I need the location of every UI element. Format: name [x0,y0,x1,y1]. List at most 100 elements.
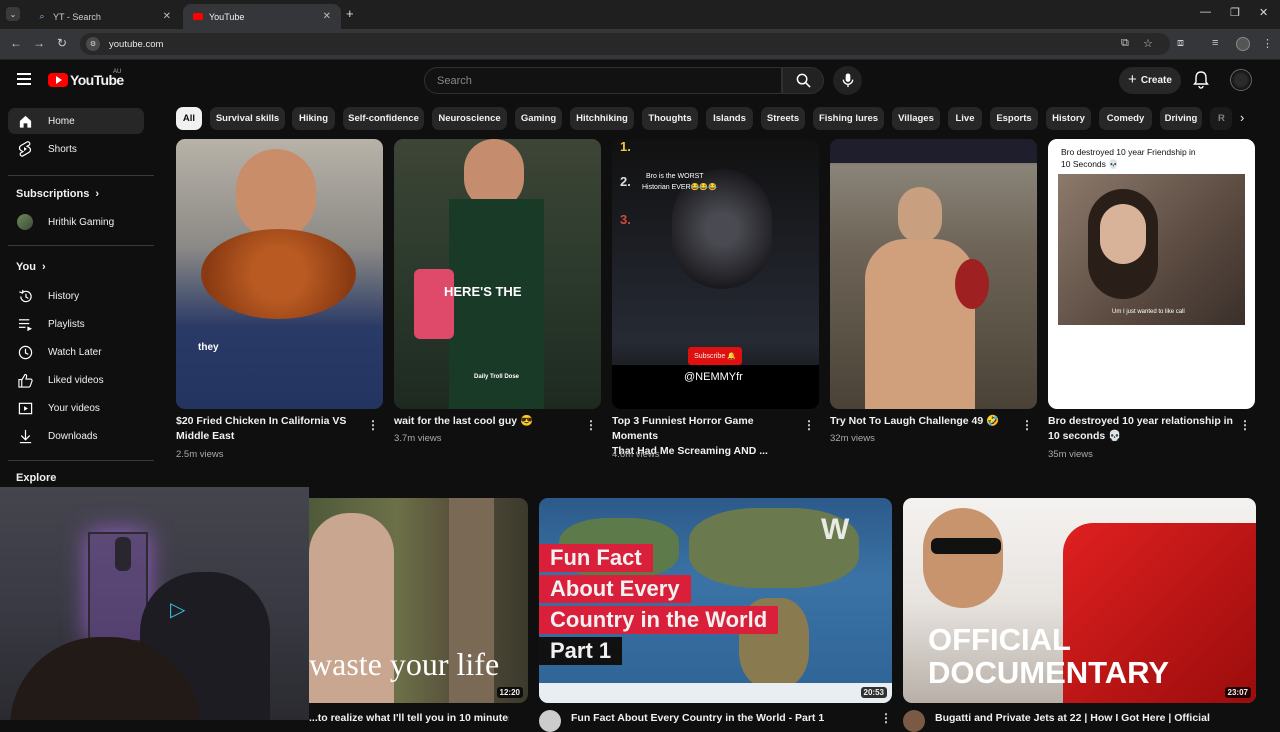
bookmark-star-icon[interactable]: ☆ [1143,37,1153,50]
short-thumbnail[interactable]: Bro destroyed 10 year Friendship in 10 S… [1048,139,1255,409]
browser-toolbar: ← → ↻ ⚙ youtube.com ⧉ ☆ ⧈ ≡ ⋮ [0,29,1280,60]
more-options-icon[interactable]: ⋮ [1021,418,1033,432]
sidebar-item-home[interactable]: Home [8,108,144,134]
video-thumbnail[interactable]: waste your life 12:20 [309,498,528,703]
chip[interactable]: Villages [892,107,940,130]
mic-icon [842,73,853,88]
top-strip [830,139,1037,163]
install-app-icon[interactable]: ⧉ [1121,37,1129,50]
menu-icon[interactable] [17,73,31,88]
channel-avatar[interactable] [539,710,561,732]
account-avatar[interactable] [1230,69,1252,91]
extensions-icon[interactable]: ⧈ [1177,37,1184,50]
channel-logo-w: W [821,513,850,546]
more-options-icon[interactable]: ⋮ [1239,418,1251,432]
chip[interactable]: Islands [706,107,753,130]
drink-cup-shape [414,269,454,339]
browser-menu-icon[interactable]: ⋮ [1262,37,1273,50]
filter-chips-bar: All Survival skills Hiking Self-confiden… [176,107,1266,131]
chip[interactable]: Hitchhiking [570,107,634,130]
close-window-icon[interactable]: ✕ [1259,6,1268,19]
youtube-logo[interactable]: YouTube AU [48,69,124,88]
search-input[interactable]: Search [424,67,782,94]
sidebar-item-watch-later[interactable]: Watch Later [8,339,144,365]
short-thumbnail[interactable] [830,139,1037,409]
sidebar-item-history[interactable]: History [8,283,144,309]
chip[interactable]: Thoughts [642,107,698,130]
sidebar-item-your-videos[interactable]: Your videos [8,395,144,421]
chair-logo-icon: ▷ [170,599,186,621]
more-options-icon[interactable]: ⋮ [367,418,379,432]
create-button[interactable]: + Create [1119,67,1181,94]
chip[interactable]: Hiking [292,107,335,130]
tab-search-button[interactable]: ⌄ [6,7,20,21]
shorts-icon [17,141,33,157]
chip[interactable]: Fishing lures [813,107,884,130]
chevron-right-icon[interactable]: › [1240,110,1244,125]
sidebar-divider [8,245,154,246]
search-button[interactable] [782,67,824,94]
sidebar-item-subscription[interactable]: Hrithik Gaming [8,209,144,235]
chip[interactable]: Streets [761,107,805,130]
chip[interactable]: Comedy [1099,107,1152,130]
sunglasses-shape [931,538,1001,554]
restore-icon[interactable]: ❐ [1230,6,1240,19]
face-shape [923,508,1003,608]
address-bar[interactable]: ⚙ youtube.com [80,33,1170,55]
short-thumbnail[interactable]: HERE'S THE Daily Troll Dose [394,139,601,409]
browser-profile-avatar[interactable] [1236,37,1250,51]
video-frame: Um I just wanted to like call [1058,174,1245,325]
notifications-bell-icon[interactable] [1193,71,1209,94]
chip[interactable]: History [1046,107,1091,130]
short-thumbnail[interactable]: they [176,139,383,409]
chevron-right-icon: › [41,261,46,273]
close-tab-icon[interactable]: ✕ [323,11,331,22]
search-icon: ⌕ [39,11,45,21]
chip[interactable]: Neuroscience [432,107,507,130]
figurine-shape [115,537,131,571]
browser-tab-bar: ⌄ ⌕ YT - Search ✕ YouTube ✕ + — ❐ ✕ [0,0,1280,29]
subscriptions-heading[interactable]: Subscriptions › [16,188,99,200]
chip[interactable]: Esports [990,107,1038,130]
overlay-line: Fun Fact [539,544,653,572]
short-title[interactable]: Bro destroyed 10 year relationship in 10 … [1048,414,1233,444]
close-tab-icon[interactable]: ✕ [163,11,171,22]
chip[interactable]: Live [948,107,982,130]
face-shape [1100,204,1146,264]
short-title[interactable]: $20 Fried Chicken In California VS Middle… [176,414,361,444]
browser-tab-search[interactable]: ⌕ YT - Search ✕ [27,4,181,29]
more-options-icon[interactable]: ⋮ [585,418,597,432]
chip[interactable]: R [1210,107,1232,130]
channel-avatar[interactable] [903,710,925,732]
chip-all[interactable]: All [176,107,202,130]
video-thumbnail[interactable]: W Fun Fact About Every Country in the Wo… [539,498,892,703]
sidebar-item-shorts[interactable]: Shorts [8,136,144,162]
forward-icon[interactable]: → [33,36,45,50]
site-info-icon[interactable]: ⚙ [86,37,100,51]
more-options-icon[interactable]: ⋮ [880,711,892,725]
chip[interactable]: Survival skills [210,107,285,130]
you-heading[interactable]: You › [16,261,46,273]
minimize-icon[interactable]: — [1200,6,1211,18]
sidebar-item-downloads[interactable]: Downloads [8,423,144,449]
video-thumbnail[interactable]: OFFICIAL DOCUMENTARY 23:07 [903,498,1256,703]
short-thumbnail[interactable]: 1. 2. 3. Bro is the WORST Historian EVER… [612,139,819,409]
new-tab-button[interactable]: + [346,6,354,21]
short-title[interactable]: Try Not To Laugh Challenge 49 🤣 [830,414,1015,429]
chip[interactable]: Self-confidence [343,107,424,130]
youtube-header: YouTube AU Search + Create [0,60,1280,102]
sidebar-item-liked-videos[interactable]: Liked videos [8,367,144,393]
reload-icon[interactable]: ↻ [57,36,67,50]
fried-chicken-shape [201,229,356,319]
short-title[interactable]: wait for the last cool guy 😎 [394,414,579,429]
more-options-icon[interactable]: ⋮ [803,418,815,432]
browser-tab-youtube[interactable]: YouTube ✕ [183,4,341,29]
back-icon[interactable]: ← [10,36,22,50]
sidebar-item-playlists[interactable]: Playlists [8,311,144,337]
chip[interactable]: Driving [1160,107,1202,130]
chip[interactable]: Gaming [515,107,562,130]
chevron-right-icon: › [95,188,100,200]
media-control-icon[interactable]: ≡ [1212,37,1218,49]
voice-search-button[interactable] [833,66,862,95]
face-shape [236,149,316,239]
